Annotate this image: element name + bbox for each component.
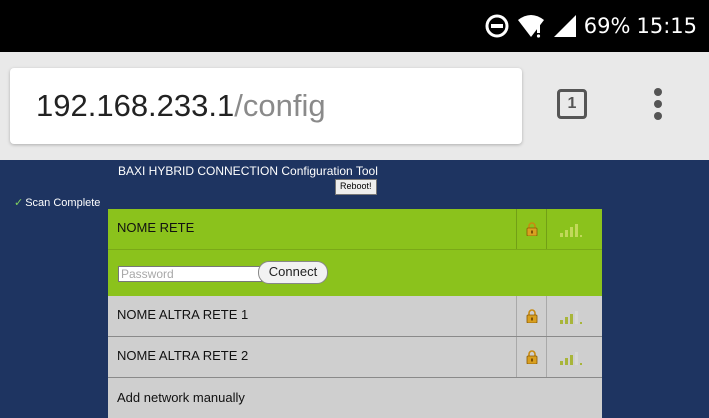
wifi-icon [517, 15, 544, 38]
scan-status: ✓ Scan Complete [14, 196, 100, 209]
add-network-row[interactable]: Add network manually [108, 378, 602, 418]
browser-toolbar: 192.168.233.1/config 1 [0, 52, 709, 160]
lock-cell [516, 209, 547, 249]
url-path: /config [234, 88, 326, 123]
lock-cell [516, 337, 547, 377]
lock-icon [526, 350, 538, 364]
network-row[interactable]: NOME ALTRA RETE 1 [108, 296, 602, 337]
scan-status-text: Scan Complete [25, 197, 101, 209]
add-network-label: Add network manually [117, 390, 245, 405]
tab-switcher-button[interactable]: 1 [557, 89, 587, 119]
signal-cell [546, 209, 595, 249]
password-row: Connect [108, 250, 602, 296]
cell-signal-icon [553, 15, 576, 37]
signal-strength-icon [560, 352, 582, 365]
lock-cell [516, 296, 547, 336]
network-row[interactable]: NOME ALTRA RETE 2 [108, 337, 602, 378]
overflow-menu-icon[interactable] [648, 88, 668, 124]
clock-time: 15:15 [636, 14, 697, 38]
url-host: 192.168.233.1 [36, 88, 235, 123]
battery-percent: 69% [583, 14, 631, 38]
network-name: NOME ALTRA RETE 1 [117, 307, 249, 322]
reboot-button[interactable]: Reboot! [335, 179, 377, 195]
lock-icon [526, 309, 538, 323]
status-icons: 69% 15:15 [484, 10, 697, 42]
signal-strength-icon [560, 311, 582, 324]
address-bar[interactable]: 192.168.233.1/config [10, 68, 522, 144]
status-bar: 69% 15:15 [0, 0, 709, 52]
page-title: BAXI HYBRID CONNECTION Configuration Too… [118, 164, 378, 178]
do-not-disturb-icon [485, 14, 509, 38]
network-list: NOME RETE Connect NOME ALTRA RETE 1 [108, 209, 602, 418]
signal-cell [546, 296, 595, 336]
network-row-selected[interactable]: NOME RETE [108, 209, 602, 250]
network-name: NOME ALTRA RETE 2 [117, 348, 249, 363]
network-name: NOME RETE [117, 220, 195, 235]
signal-cell [546, 337, 595, 377]
url-text: 192.168.233.1/config [36, 88, 326, 124]
lock-icon [526, 222, 538, 236]
password-input[interactable] [118, 266, 262, 282]
tab-count: 1 [567, 95, 577, 112]
check-icon: ✓ [14, 197, 24, 209]
signal-strength-icon [560, 224, 582, 237]
connect-button[interactable]: Connect [258, 261, 328, 284]
